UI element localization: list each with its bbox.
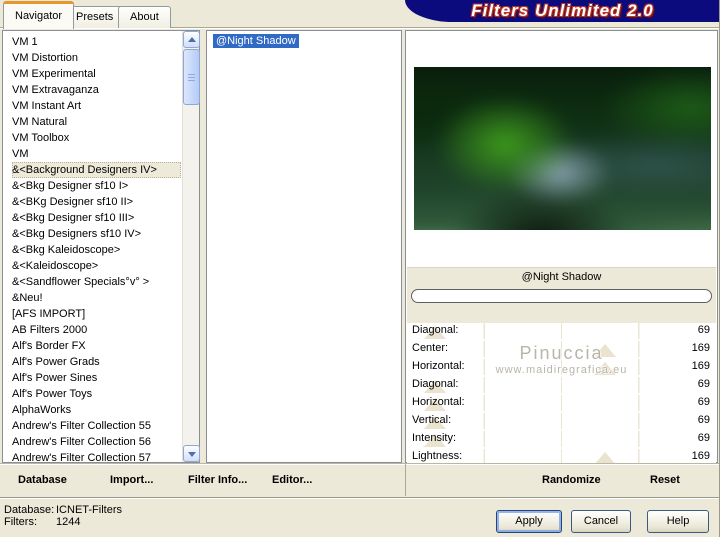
tab-navigator[interactable]: Navigator bbox=[3, 1, 75, 29]
parameter-value: 169 bbox=[691, 450, 710, 462]
filters-unlimited-window: Navigator Presets About Filters Unlimite… bbox=[0, 0, 720, 537]
category-item[interactable]: VM Experimental bbox=[12, 66, 181, 82]
reset-button[interactable]: Reset bbox=[650, 474, 680, 486]
slider-thumb[interactable] bbox=[593, 362, 616, 375]
category-item[interactable]: &<BKg Designer sf10 II> bbox=[12, 194, 181, 210]
scroll-down-button[interactable] bbox=[183, 445, 200, 462]
filter-header: @Night Shadow bbox=[407, 267, 716, 324]
command-bar-divider bbox=[405, 464, 406, 496]
parameter-value: 69 bbox=[697, 378, 710, 390]
parameter-label: Center: bbox=[412, 342, 449, 354]
arrow-up-icon bbox=[188, 37, 196, 42]
parameter-row[interactable]: Horizontal: 169 bbox=[407, 359, 716, 375]
status-filters: Filters: 1244 bbox=[4, 516, 80, 528]
parameter-row[interactable]: Diagonal: 69 bbox=[407, 323, 716, 339]
filter-list-item-selected[interactable]: @Night Shadow bbox=[213, 34, 299, 48]
parameter-value: 69 bbox=[697, 432, 710, 444]
category-item[interactable]: &<Kaleidoscope> bbox=[12, 258, 181, 274]
preview-progress-bar bbox=[411, 289, 712, 303]
category-item[interactable]: [AFS IMPORT] bbox=[12, 306, 181, 322]
editor-button[interactable]: Editor... bbox=[272, 474, 312, 486]
category-item[interactable]: Andrew's Filter Collection 56 bbox=[12, 434, 181, 450]
category-item[interactable]: &<Bkg Kaleidoscope> bbox=[12, 242, 181, 258]
preview-panel: @Night Shadow Diagonal: 69 Center: 169 Horiz… bbox=[405, 30, 718, 465]
scrollbar-thumb[interactable] bbox=[183, 49, 200, 105]
selected-filter-name: @Night Shadow bbox=[521, 271, 602, 283]
category-item[interactable]: &<Bkg Designer sf10 III> bbox=[12, 210, 181, 226]
parameter-row[interactable]: Center: 169 bbox=[407, 341, 716, 357]
parameter-row[interactable]: Intensity: 69 bbox=[407, 431, 716, 447]
category-item[interactable]: Andrew's Filter Collection 55 bbox=[12, 418, 181, 434]
arrow-down-icon bbox=[188, 452, 196, 457]
parameter-row[interactable]: Diagonal: 69 bbox=[407, 377, 716, 393]
command-bar: Database Import... Filter Info... Editor… bbox=[0, 463, 719, 497]
category-item[interactable]: VM bbox=[12, 146, 181, 162]
category-item[interactable]: Andrew's Filter Collection 57 bbox=[12, 450, 181, 461]
category-item[interactable]: &Neu! bbox=[12, 290, 181, 306]
tab-about[interactable]: About bbox=[118, 6, 171, 28]
filter-list[interactable]: @Night Shadow bbox=[206, 30, 402, 463]
parameter-value: 169 bbox=[691, 342, 710, 354]
parameter-value: 69 bbox=[697, 324, 710, 336]
category-item[interactable]: VM 1 bbox=[12, 34, 181, 50]
apply-button[interactable]: Apply bbox=[496, 510, 562, 533]
parameter-label: Horizontal: bbox=[412, 396, 465, 408]
preview-image-content bbox=[414, 67, 711, 230]
app-title: Filters Unlimited 2.0 bbox=[471, 1, 654, 20]
parameter-row[interactable]: Vertical: 69 bbox=[407, 413, 716, 429]
app-title-banner: Filters Unlimited 2.0 bbox=[405, 0, 719, 22]
parameter-value: 169 bbox=[691, 360, 710, 372]
parameter-label: Lightness: bbox=[412, 450, 463, 462]
help-button[interactable]: Help bbox=[647, 510, 709, 533]
parameter-value: 69 bbox=[697, 414, 710, 426]
status-database-label: Database: bbox=[4, 504, 55, 516]
category-scrollbar[interactable] bbox=[182, 31, 200, 462]
parameter-label: Horizontal: bbox=[412, 360, 465, 372]
preview-image[interactable] bbox=[414, 67, 711, 230]
status-filters-label: Filters: bbox=[4, 516, 37, 528]
category-list: VM 1 VM Distortion VM Experimental VM Extra… bbox=[2, 30, 200, 463]
category-item[interactable]: AB Filters 2000 bbox=[12, 322, 181, 338]
slider-thumb[interactable] bbox=[593, 344, 616, 357]
import-button[interactable]: Import... bbox=[110, 474, 153, 486]
category-item[interactable]: &<Bkg Designer sf10 I> bbox=[12, 178, 181, 194]
category-item[interactable]: &<Sandflower Specials°v° > bbox=[12, 274, 181, 290]
parameter-sliders: Diagonal: 69 Center: 169 Horizontal: 169 Diago… bbox=[407, 323, 716, 467]
database-button[interactable]: Database bbox=[18, 474, 67, 486]
category-item[interactable]: VM Toolbox bbox=[12, 130, 181, 146]
status-database: Database: ICNET-Filters bbox=[4, 504, 122, 516]
status-filters-value: 1244 bbox=[56, 516, 81, 528]
filter-info-button[interactable]: Filter Info... bbox=[188, 474, 247, 486]
parameter-label: Intensity: bbox=[412, 432, 457, 444]
parameter-label: Diagonal: bbox=[412, 378, 459, 390]
category-item[interactable]: Alf's Power Grads bbox=[12, 354, 181, 370]
category-item[interactable]: Alf's Power Toys bbox=[12, 386, 181, 402]
randomize-button[interactable]: Randomize bbox=[542, 474, 601, 486]
parameter-label: Vertical: bbox=[412, 414, 452, 426]
category-item[interactable]: AlphaWorks bbox=[12, 402, 181, 418]
category-item[interactable]: &<Background Designers IV> bbox=[12, 162, 181, 178]
category-item[interactable]: VM Distortion bbox=[12, 50, 181, 66]
category-item[interactable]: &<Bkg Designers sf10 IV> bbox=[12, 226, 181, 242]
category-item[interactable]: Alf's Border FX bbox=[12, 338, 181, 354]
category-item[interactable]: Alf's Power Sines bbox=[12, 370, 181, 386]
parameter-value: 69 bbox=[697, 396, 710, 408]
cancel-button[interactable]: Cancel bbox=[571, 510, 631, 533]
category-items: VM 1 VM Distortion VM Experimental VM Extra… bbox=[4, 32, 181, 461]
parameter-label: Diagonal: bbox=[412, 324, 459, 336]
status-bar: Database: ICNET-Filters Filters: 1244 Appl… bbox=[0, 497, 719, 537]
parameter-row[interactable]: Horizontal: 69 bbox=[407, 395, 716, 411]
category-item[interactable]: VM Extravaganza bbox=[12, 82, 181, 98]
status-database-value: ICNET-Filters bbox=[56, 504, 122, 516]
scroll-up-button[interactable] bbox=[183, 31, 200, 48]
category-item[interactable]: VM Instant Art bbox=[12, 98, 181, 114]
category-item[interactable]: VM Natural bbox=[12, 114, 181, 130]
